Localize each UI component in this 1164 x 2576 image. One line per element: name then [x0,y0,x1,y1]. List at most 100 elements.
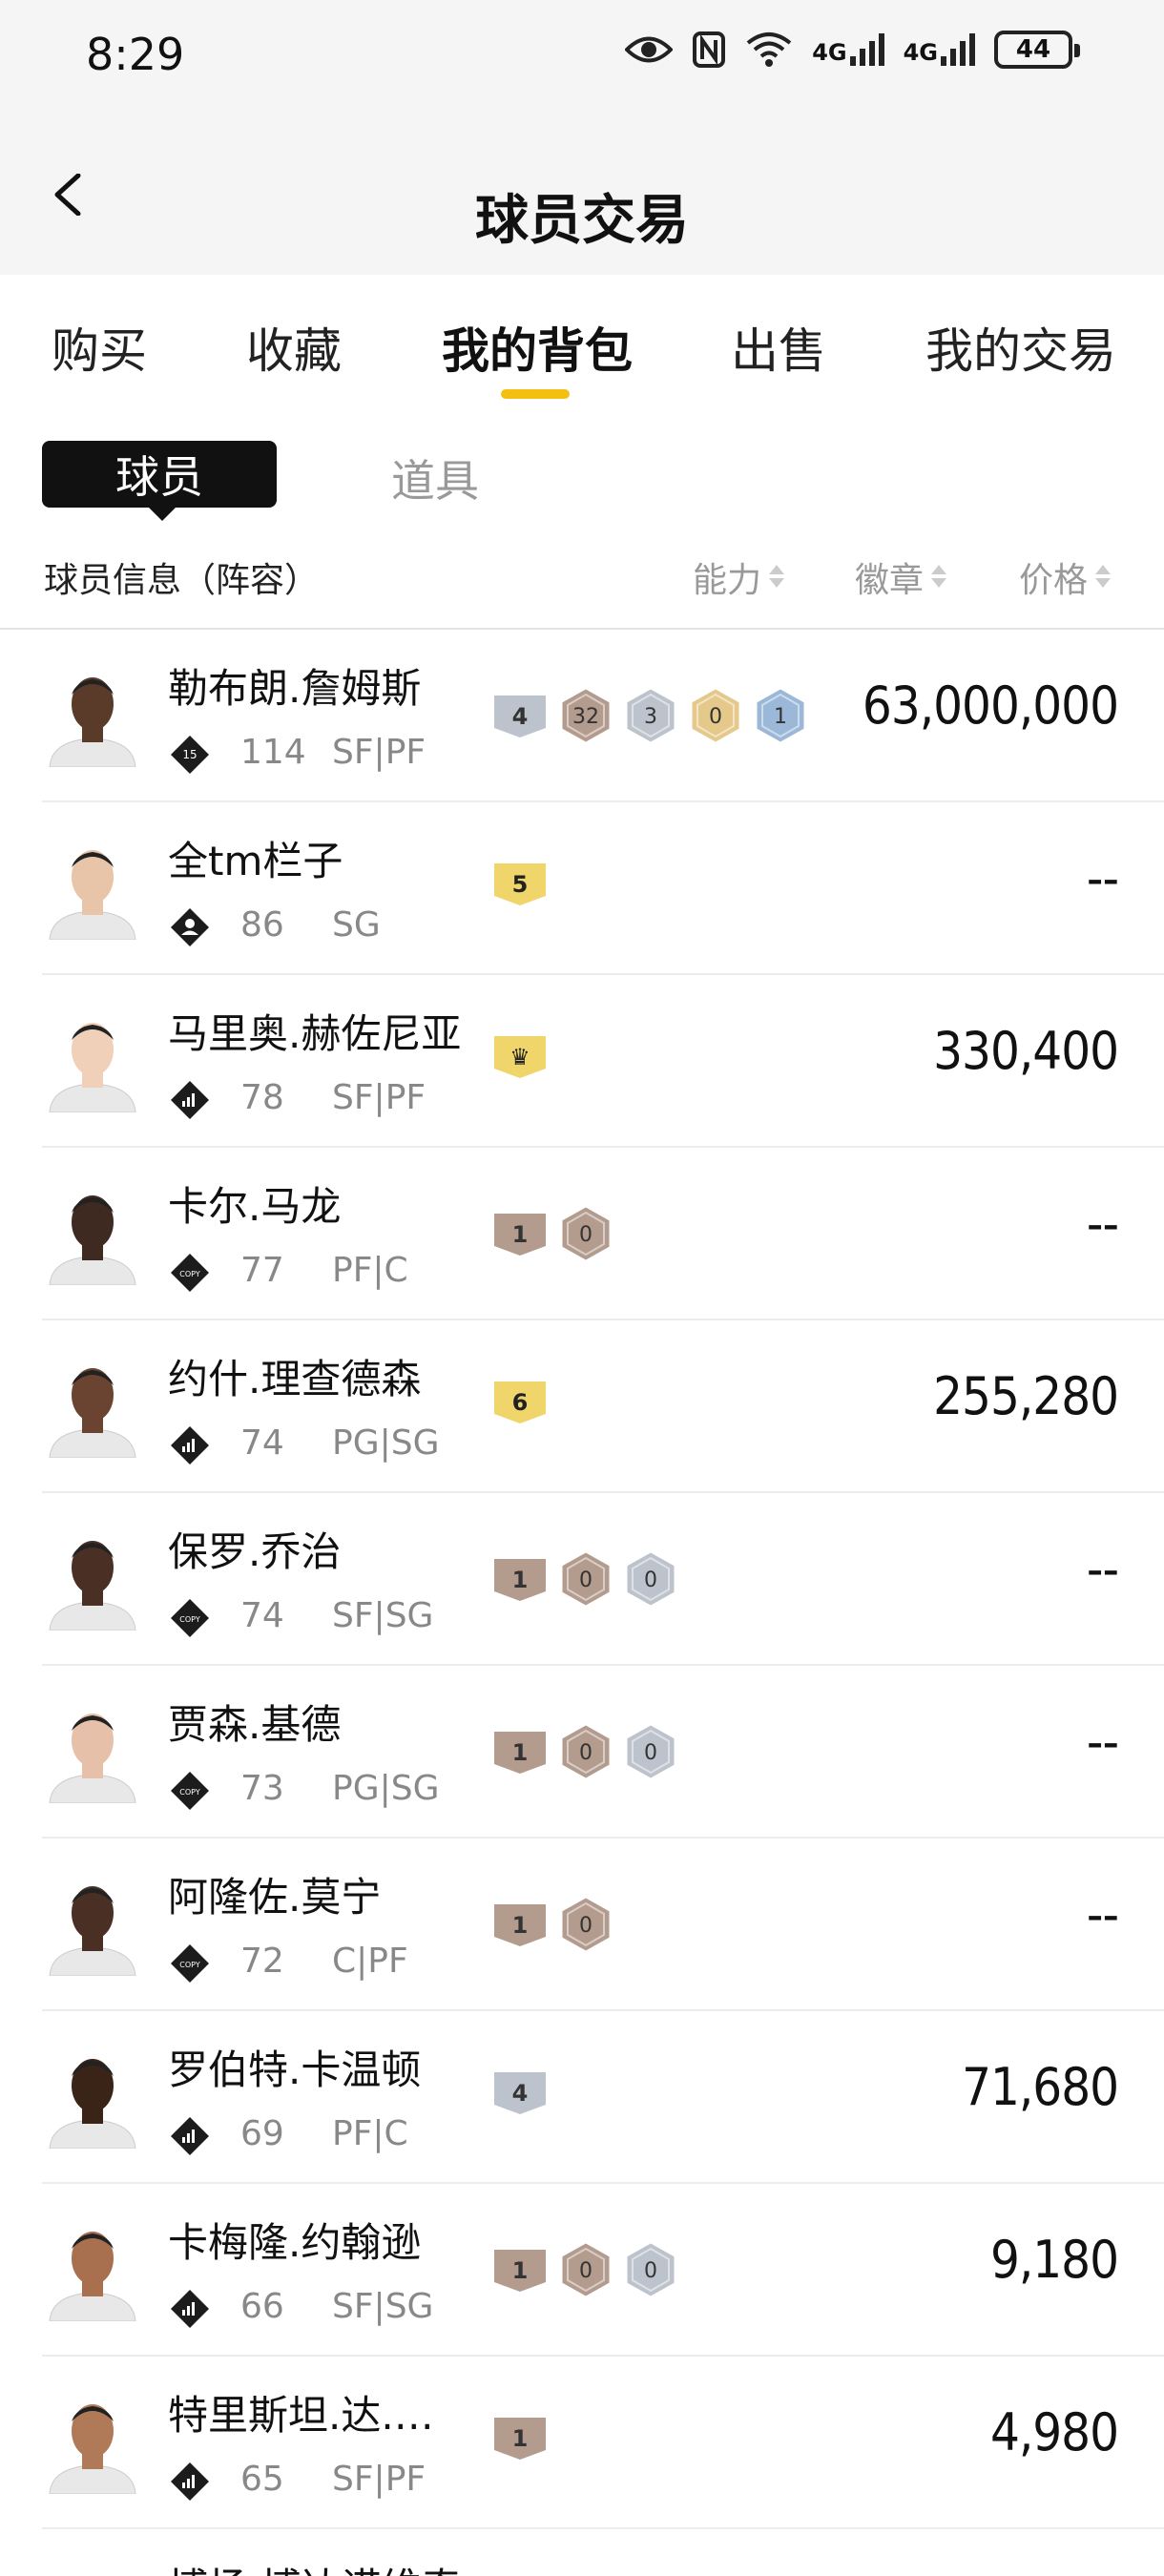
svg-text:COPY: COPY [179,1788,200,1797]
svg-text:15: 15 [182,748,197,761]
player-name: 卡梅隆.约翰逊 [168,2219,422,2266]
app-root: { "status_bar": {"time": "8:29", "networ… [0,0,1164,2576]
badge-group: 4 32 3 0 1 [492,687,807,748]
shield-badge-icon: 6 [492,1378,548,1429]
battery-icon: 44 [994,31,1080,69]
sort-ability[interactable]: 能力 [693,552,785,602]
player-row[interactable]: 保罗.乔治 COPY 74 SF|SG 1 0 0 -- [42,1493,1164,1666]
nfc-icon [693,31,726,68]
shield-badge-icon: 4 [492,2068,548,2120]
badge-group: 4 [492,2068,548,2120]
svg-text:1: 1 [512,1221,529,1248]
segment-items[interactable]: 道具 [391,447,479,509]
player-ovr: 74 [240,1596,284,1635]
player-position: SF|PF [332,733,426,772]
sort-badge[interactable]: 徽章 [855,552,947,602]
shield-badge-icon: 5 [492,860,548,911]
hex-badge-icon: 3 [624,687,677,748]
active-tab-indicator [501,389,570,399]
player-position: SG [332,905,381,945]
bars-rank-icon [170,2116,210,2156]
player-ovr: 66 [240,2287,284,2326]
svg-text:COPY: COPY [179,1615,200,1624]
player-row[interactable]: 卡梅隆.约翰逊 66 SF|SG 1 0 0 9,180 [42,2184,1164,2357]
player-row[interactable]: 勒布朗.詹姆斯 15 114 SF|PF 4 32 3 0 1 63,000,000 [42,630,1164,802]
shield-badge-icon: ♛ [492,1032,548,1084]
wifi-icon [746,32,792,67]
shield-badge-icon: 1 [492,2414,548,2465]
player-row[interactable]: 博扬.博达诺维奇 [42,2529,1164,2576]
badge-group: 6 [492,1378,548,1429]
svg-text:1: 1 [512,2425,529,2452]
player-row[interactable]: 马里奥.赫佐尼亚 78 SF|PF ♛ 330,400 [42,975,1164,1148]
player-price: -- [1086,1539,1119,1599]
player-price: 71,680 [962,2057,1119,2117]
svg-text:0: 0 [579,2259,592,2283]
player-ovr: 72 [240,1942,284,1981]
svg-text:1: 1 [774,705,787,729]
player-position: SF|PF [332,1078,426,1117]
player-avatar [42,1184,143,1285]
tab-my-backpack[interactable]: 我的背包 [442,313,633,382]
player-name: 勒布朗.詹姆斯 [168,665,422,712]
player-price: -- [1086,1194,1119,1254]
tab-bar: 购买 收藏 我的背包 出售 我的交易 [0,275,1164,399]
status-time: 8:29 [86,29,185,80]
player-position: SF|SG [332,1596,434,1635]
signal-2: 4G [904,33,975,66]
tab-my-trades[interactable]: 我的交易 [925,313,1116,382]
bars-rank-icon [170,2289,210,2329]
hex-badge-icon: 0 [689,687,742,748]
player-ovr: 78 [240,1078,284,1117]
copy-rank-icon: COPY [170,1771,210,1811]
player-name: 博扬.博达诺维奇 [168,2556,461,2576]
player-price: -- [1086,1712,1119,1772]
badge-group: 1 0 0 [492,1550,677,1611]
player-price: 4,980 [989,2402,1119,2462]
player-position: PF|C [332,2114,408,2153]
tab-buy[interactable]: 购买 [52,313,147,382]
player-name: 贾森.基德 [168,1701,342,1748]
player-avatar [42,1702,143,1803]
player-name: 马里奥.赫佐尼亚 [168,1010,462,1057]
person-rank-icon [170,907,210,947]
svg-text:5: 5 [512,871,529,898]
svg-text:1: 1 [512,1912,529,1939]
hex-badge-icon: 0 [624,2241,677,2302]
player-row[interactable]: 约什.理查德森 74 PG|SG 6 255,280 [42,1320,1164,1493]
svg-text:0: 0 [644,2259,657,2283]
player-avatar [42,1011,143,1112]
player-row[interactable]: 罗伯特.卡温顿 69 PF|C 4 71,680 [42,2011,1164,2184]
svg-text:4: 4 [512,703,529,730]
player-row[interactable]: 阿隆佐.莫宁 COPY 72 C|PF 1 0 -- [42,1839,1164,2011]
player-avatar [42,839,143,940]
svg-text:0: 0 [644,1741,657,1765]
player-avatar [42,1875,143,1976]
player-row[interactable]: 特里斯坦.达.席… 65 SF|PF 1 4,980 [42,2357,1164,2529]
player-position: SF|PF [332,2460,426,2499]
player-avatar [42,1357,143,1458]
bars-rank-icon [170,1425,210,1465]
player-avatar [42,666,143,767]
tab-favorites[interactable]: 收藏 [246,313,342,382]
badge-group: 10 [492,1896,613,1957]
player-name: 阿隆佐.莫宁 [168,1874,382,1921]
player-ovr: 65 [240,2460,284,2499]
svg-text:1: 1 [512,1567,529,1593]
bars-rank-icon [170,2462,210,2502]
hex-badge-icon: 0 [559,1205,613,1266]
player-name: 特里斯坦.达.席… [168,2392,473,2439]
page-title: 球员交易 [475,190,689,252]
player-avatar [42,2566,143,2576]
player-row[interactable]: 贾森.基德 COPY 73 PG|SG 1 0 0 -- [42,1666,1164,1839]
player-row[interactable]: 卡尔.马龙 COPY 77 PF|C 1 0 -- [42,1148,1164,1320]
tab-sell[interactable]: 出售 [731,313,826,382]
player-ovr: 86 [240,905,284,945]
shield-badge-icon: 1 [492,2246,548,2297]
player-row[interactable]: 全tm栏子 86 SG 5 -- [42,802,1164,975]
sort-price[interactable]: 价格 [1019,552,1112,602]
svg-text:32: 32 [572,705,599,729]
badge-group: 1 0 0 [492,2241,677,2302]
copy-rank-icon: COPY [170,1943,210,1984]
segment-players[interactable]: 球员 [42,441,277,521]
